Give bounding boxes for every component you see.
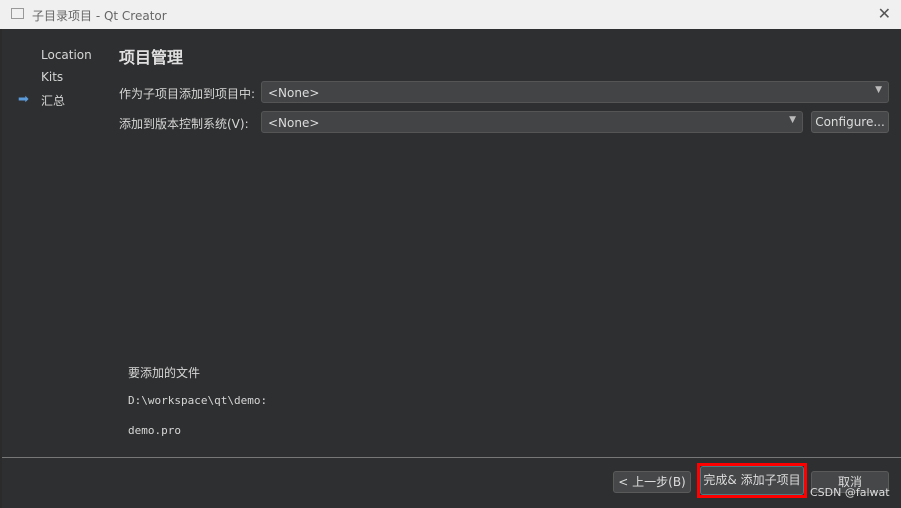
page-title: 项目管理: [119, 48, 184, 67]
files-label: 要添加的文件: [128, 366, 201, 380]
close-icon[interactable]: ✕: [878, 4, 891, 23]
vcs-label: 添加到版本控制系统(V):: [119, 117, 249, 131]
add-as-subproject-combo[interactable]: <None> ▼: [261, 81, 889, 103]
sidebar-item-summary: 汇总: [41, 94, 66, 108]
back-button[interactable]: < 上一步(B): [613, 471, 691, 493]
file-item: demo.pro: [128, 424, 181, 437]
sidebar-item-kits: Kits: [41, 70, 64, 84]
vcs-combo[interactable]: <None> ▼: [261, 111, 803, 133]
chevron-down-icon: ▼: [875, 85, 882, 95]
divider: [2, 457, 901, 458]
sidebar-item-location: Location: [41, 48, 92, 62]
watermark: CSDN @falwat: [810, 486, 890, 499]
current-step-arrow-icon: ➡: [18, 92, 29, 107]
combo-value: <None>: [268, 116, 320, 130]
highlight-box: [697, 463, 807, 498]
add-as-subproject-label: 作为子项目添加到项目中:: [119, 87, 256, 101]
combo-value: <None>: [268, 86, 320, 100]
chevron-down-icon: ▼: [789, 115, 796, 125]
title-bar: 子目录项目 - Qt Creator ✕: [0, 0, 901, 29]
window-title: 子目录项目 - Qt Creator: [32, 9, 167, 23]
files-path: D:\workspace\qt\demo:: [128, 394, 268, 407]
configure-button[interactable]: Configure...: [811, 111, 889, 133]
app-icon: [11, 8, 24, 19]
